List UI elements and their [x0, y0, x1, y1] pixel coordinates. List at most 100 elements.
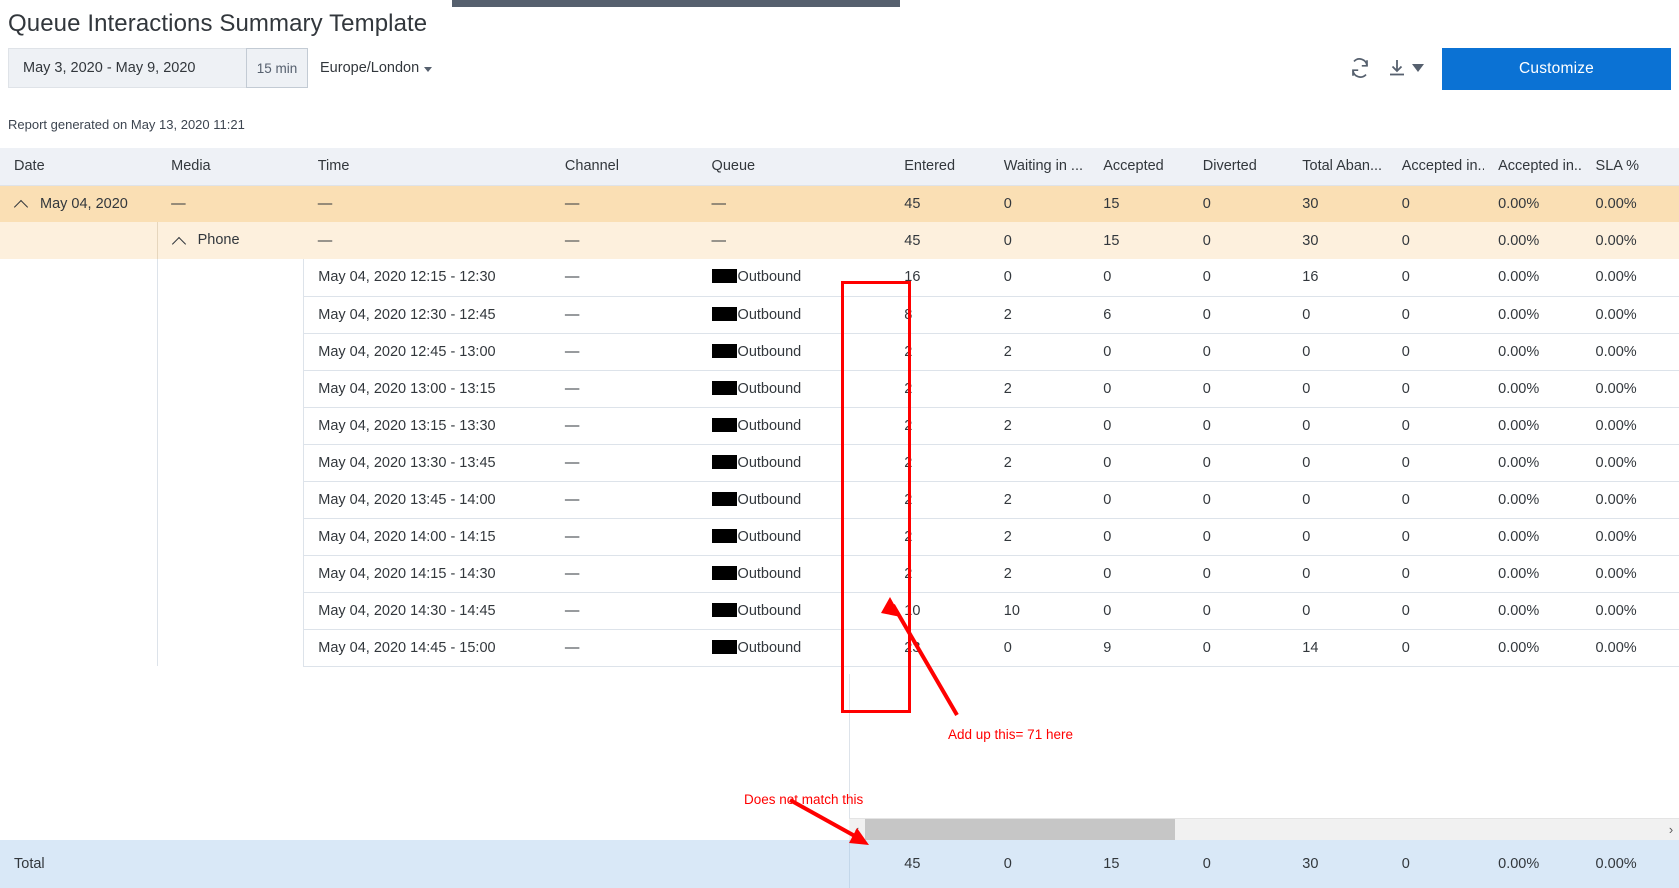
chevron-down-icon	[424, 67, 433, 72]
group-time-cell: —	[303, 185, 551, 222]
col-header-accepted-in-b[interactable]: Accepted in...	[1484, 148, 1582, 186]
timezone-selector[interactable]: Europe/London	[320, 48, 433, 88]
scrollbar-track[interactable]	[865, 818, 1663, 841]
row-accepted-in-b-cell: 0.00%	[1484, 333, 1582, 371]
table-row[interactable]: May 04, 2020 13:15 - 13:30— Outbound 2 2 0 0 0…	[0, 407, 1679, 445]
col-header-total-abandoned[interactable]: Total Aban...	[1288, 148, 1388, 186]
row-accepted-in-b-cell: 0.00%	[1484, 444, 1582, 482]
group-date-label: May 04, 2020	[40, 195, 128, 212]
table-row[interactable]: May 04, 2020 13:00 - 13:15— Outbound 2 2 0 0 0…	[0, 370, 1679, 408]
report-table: Date Media Time Channel Queue Entered Wa…	[0, 148, 1679, 667]
row-accepted-in-b-cell: 0.00%	[1484, 518, 1582, 556]
row-media-spacer	[157, 444, 305, 481]
media-sla-cell: 0.00%	[1581, 222, 1679, 259]
row-entered-cell: 2	[890, 333, 990, 371]
row-entered-cell: 23	[890, 629, 990, 667]
col-header-waiting[interactable]: Waiting in ...	[989, 148, 1090, 186]
row-accepted-cell: 6	[1089, 296, 1189, 334]
row-accepted-in-b-cell: 0.00%	[1484, 407, 1582, 445]
group-row-date[interactable]: May 04, 2020 — — — — 45 0 15 0 30 0 0.00…	[0, 185, 1679, 222]
row-media-spacer	[157, 592, 305, 629]
table-row[interactable]: May 04, 2020 12:30 - 12:45— Outbound 8 2 6 0 0…	[0, 296, 1679, 334]
row-abandoned-cell: 0	[1288, 407, 1388, 445]
scrollbar-thumb[interactable]	[865, 818, 1175, 841]
table-row[interactable]: May 04, 2020 12:45 - 13:00— Outbound 2 2 0 0 0…	[0, 333, 1679, 371]
row-accepted-cell: 0	[1089, 592, 1189, 630]
row-time-cell: May 04, 2020 12:45 - 13:00	[303, 333, 551, 371]
row-accepted-cell: 0	[1089, 555, 1189, 593]
row-accepted-in-a-cell: 0	[1387, 259, 1485, 297]
collapse-chevron-up-icon[interactable]	[14, 196, 30, 212]
row-diverted-cell: 0	[1188, 259, 1289, 297]
row-queue-cell: Outbound	[697, 629, 891, 667]
group-sla-cell: 0.00%	[1581, 185, 1679, 222]
total-frozen-divider	[849, 840, 850, 888]
group-queue-cell: —	[697, 185, 891, 222]
row-sla-cell: 0.00%	[1581, 555, 1679, 593]
total-abandoned-cell: 30	[1302, 856, 1319, 872]
row-abandoned-cell: 0	[1288, 296, 1388, 334]
table-row[interactable]: May 04, 2020 14:30 - 14:45— Outbound 10 10 0…	[0, 592, 1679, 630]
row-accepted-in-b-cell: 0.00%	[1484, 481, 1582, 519]
col-header-accepted[interactable]: Accepted	[1089, 148, 1189, 186]
group-date-cell[interactable]: May 04, 2020	[0, 185, 158, 222]
export-button[interactable]	[1382, 52, 1412, 84]
col-header-accepted-in-a[interactable]: Accepted in...	[1387, 148, 1485, 186]
media-channel-cell: —	[550, 222, 698, 259]
row-accepted-cell: 0	[1089, 444, 1189, 482]
row-channel-cell: —	[550, 481, 698, 519]
media-waiting-cell: 0	[989, 222, 1090, 259]
interval-selector[interactable]: 15 min	[246, 48, 308, 88]
export-dropdown-caret-icon[interactable]	[1412, 64, 1424, 72]
col-header-date[interactable]: Date	[0, 148, 158, 186]
row-abandoned-cell: 16	[1288, 259, 1388, 297]
row-accepted-cell: 0	[1089, 259, 1189, 297]
row-queue-label: Outbound	[737, 602, 802, 619]
redaction-block-icon	[711, 565, 737, 580]
table-row[interactable]: May 04, 2020 14:45 - 15:00— Outbound 23 0 9 0…	[0, 629, 1679, 667]
group-row-media[interactable]: Phone — — — 45 0 15 0 30 0 0.00% 0.00%	[0, 222, 1679, 259]
row-accepted-in-a-cell: 0	[1387, 370, 1485, 408]
table-row[interactable]: May 04, 2020 14:00 - 14:15— Outbound 2 2 0 0 0…	[0, 518, 1679, 556]
table-row[interactable]: May 04, 2020 13:30 - 13:45— Outbound 2 2 0 0 0…	[0, 444, 1679, 482]
scroll-right-arrow-icon[interactable]: ›	[1663, 822, 1679, 837]
horizontal-scrollbar[interactable]: ‹ ›	[849, 818, 1679, 841]
redaction-block-icon	[711, 380, 737, 395]
row-media-spacer	[157, 407, 305, 444]
row-queue-cell: Outbound	[697, 259, 891, 297]
row-date-spacer	[0, 518, 158, 555]
row-accepted-in-b-cell: 0.00%	[1484, 370, 1582, 408]
redaction-block-icon	[711, 602, 737, 617]
col-header-queue[interactable]: Queue	[697, 148, 891, 186]
table-row[interactable]: May 04, 2020 14:15 - 14:30— Outbound 2 2 0 0 0…	[0, 555, 1679, 593]
row-queue-cell: Outbound	[697, 296, 891, 334]
col-header-time[interactable]: Time	[303, 148, 551, 186]
row-waiting-cell: 0	[989, 259, 1090, 297]
row-date-spacer	[0, 407, 158, 444]
media-cell[interactable]: Phone	[157, 222, 304, 259]
col-header-media[interactable]: Media	[157, 148, 304, 186]
row-time-cell: May 04, 2020 13:15 - 13:30	[303, 407, 551, 445]
total-data-row: Total 45 0 15 0 30 0 0.00% 0.00%	[0, 840, 1679, 888]
collapse-chevron-up-icon[interactable]	[172, 233, 188, 249]
row-waiting-cell: 2	[989, 555, 1090, 593]
row-accepted-in-a-cell: 0	[1387, 444, 1485, 482]
row-accepted-in-a-cell: 0	[1387, 407, 1485, 445]
row-queue-label: Outbound	[737, 639, 802, 656]
col-header-diverted[interactable]: Diverted	[1188, 148, 1289, 186]
table-row[interactable]: May 04, 2020 12:15 - 12:30— Outbound 16 0 0 0…	[0, 259, 1679, 297]
row-diverted-cell: 0	[1188, 407, 1289, 445]
total-accepted-in-a-cell: 0	[1401, 856, 1410, 872]
col-header-channel[interactable]: Channel	[550, 148, 698, 186]
table-row[interactable]: May 04, 2020 13:45 - 14:00— Outbound 2 2 0 0 0…	[0, 481, 1679, 519]
date-range-picker[interactable]: May 3, 2020 - May 9, 2020	[8, 48, 250, 88]
row-abandoned-cell: 0	[1288, 481, 1388, 519]
row-queue-label: Outbound	[737, 565, 802, 582]
col-header-sla[interactable]: SLA %	[1581, 148, 1679, 186]
row-sla-cell: 0.00%	[1581, 259, 1679, 297]
row-media-spacer	[157, 333, 305, 370]
customize-button[interactable]: Customize	[1442, 48, 1671, 90]
scroll-left-arrow-icon[interactable]: ‹	[849, 822, 865, 837]
refresh-button[interactable]	[1344, 52, 1376, 84]
col-header-entered[interactable]: Entered	[890, 148, 990, 186]
